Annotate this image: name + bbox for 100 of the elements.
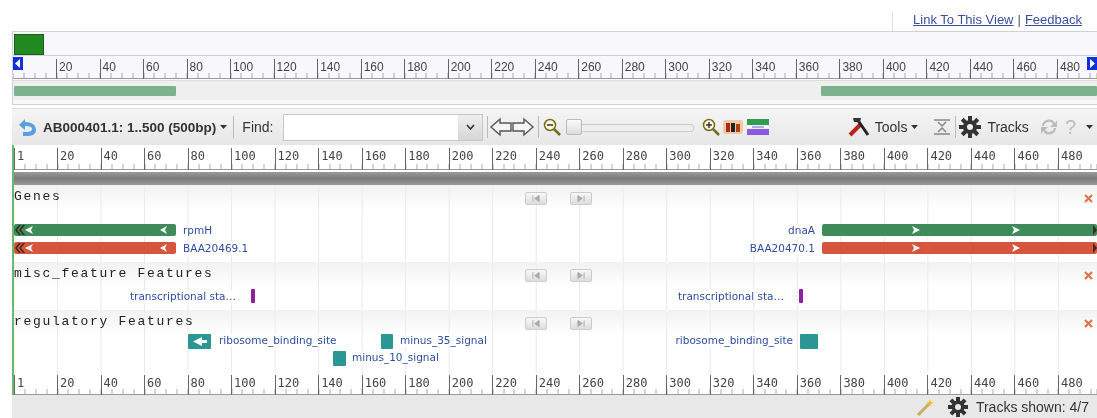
skip-left-icon bbox=[532, 195, 540, 202]
caret-icon bbox=[220, 125, 228, 129]
ruler-label: 120 bbox=[274, 148, 300, 170]
feature-label: ribosome_binding_site bbox=[219, 334, 337, 347]
zoom-slider[interactable] bbox=[566, 119, 695, 135]
skip-left-icon bbox=[532, 272, 540, 279]
settings-icon bbox=[959, 116, 982, 138]
feature-label: rpmH bbox=[183, 224, 213, 237]
scroll-right-button[interactable] bbox=[570, 192, 592, 205]
ruler-label: 240 bbox=[535, 148, 561, 170]
ruler-label: 200 bbox=[448, 148, 474, 170]
zoom-out-icon[interactable] bbox=[543, 118, 562, 136]
settings-icon[interactable] bbox=[947, 396, 968, 417]
tools-menu[interactable]: Tools bbox=[846, 116, 919, 138]
ruler-label: 440 bbox=[970, 148, 996, 170]
location-marker[interactable] bbox=[14, 34, 44, 55]
tracks-shown-status: Tracks shown: 4/7 bbox=[975, 398, 1089, 415]
ruler-label: 80 bbox=[186, 59, 203, 79]
track-title: misc_feature Features bbox=[14, 266, 214, 281]
link-separator: | bbox=[1017, 12, 1021, 27]
feature-mark[interactable] bbox=[799, 289, 803, 303]
ruler-label: 380 bbox=[839, 59, 863, 79]
ruler-label: 300 bbox=[665, 59, 689, 79]
ruler-label: 320 bbox=[709, 148, 735, 170]
ruler-label: 260 bbox=[578, 59, 602, 79]
feature-label: dnaA bbox=[788, 224, 815, 237]
ruler-label: 1 bbox=[14, 148, 25, 170]
back-arrow-icon[interactable] bbox=[490, 117, 513, 137]
collapse-icon[interactable] bbox=[932, 117, 953, 137]
ruler-label: 20 bbox=[56, 59, 73, 79]
ruler-label: 220 bbox=[491, 59, 515, 79]
feature-label: BAA20470.1 bbox=[749, 242, 815, 255]
scroll-left-button[interactable] bbox=[525, 269, 547, 282]
ruler-label: 100 bbox=[231, 148, 256, 170]
scroll-right-button[interactable] bbox=[570, 269, 592, 282]
skip-right-icon bbox=[577, 320, 585, 327]
ruler-label: 200 bbox=[447, 59, 471, 79]
ruler-label: 340 bbox=[752, 59, 776, 79]
slider-thumb[interactable] bbox=[566, 119, 583, 135]
ruler-label: 280 bbox=[622, 148, 648, 170]
gene-bar[interactable] bbox=[14, 224, 176, 236]
ruler-label: 380 bbox=[840, 148, 866, 170]
location-dropdown[interactable]: AB000401.1: 1..500 (500bp) bbox=[43, 119, 228, 135]
find-field[interactable] bbox=[283, 113, 484, 141]
close-icon[interactable] bbox=[1084, 319, 1093, 328]
tracks-button[interactable]: Tracks bbox=[959, 116, 1029, 138]
ruler-label: 60 bbox=[143, 59, 160, 79]
header-link[interactable]: Feedback bbox=[1024, 12, 1082, 27]
header-link[interactable]: Link To This View bbox=[913, 12, 1014, 27]
gene-bar[interactable] bbox=[14, 242, 176, 254]
feature-label: transcriptional sta… bbox=[678, 290, 784, 303]
ruler-label: 120 bbox=[273, 59, 297, 79]
ruler-label: 400 bbox=[882, 59, 906, 79]
skip-left-icon bbox=[532, 320, 540, 327]
scroll-right-icon[interactable] bbox=[1087, 57, 1097, 70]
ruler-label: 340 bbox=[753, 148, 778, 170]
scroll-left-button[interactable] bbox=[525, 317, 547, 330]
ruler-label: 480 bbox=[1056, 59, 1080, 79]
refresh-icon[interactable] bbox=[1038, 117, 1059, 137]
feature-label: minus_35_signal bbox=[400, 334, 487, 347]
feature-label: minus_10_signal bbox=[352, 351, 439, 364]
feature-mark[interactable] bbox=[251, 289, 255, 303]
ruler-label: 220 bbox=[492, 148, 517, 170]
scroll-left-button[interactable] bbox=[525, 192, 547, 205]
feature-label: BAA20469.1 bbox=[183, 242, 249, 255]
feature-label: ribosome_binding_site bbox=[675, 334, 793, 347]
ruler-label: 280 bbox=[621, 59, 645, 79]
ruler-label: 360 bbox=[795, 59, 819, 79]
ruler-label: 300 bbox=[666, 148, 691, 170]
feature-label: transcriptional sta… bbox=[130, 290, 236, 303]
ruler-label: 60 bbox=[144, 148, 162, 170]
close-icon[interactable] bbox=[1084, 194, 1093, 203]
scroll-right-button[interactable] bbox=[570, 317, 592, 330]
chevron-down-icon[interactable] bbox=[466, 124, 475, 130]
ruler-label: 460 bbox=[1013, 59, 1037, 79]
caret-icon[interactable] bbox=[1086, 125, 1093, 129]
find-label: Find: bbox=[242, 119, 274, 135]
ruler-label: 160 bbox=[361, 148, 387, 170]
feature-box[interactable] bbox=[188, 334, 211, 349]
ruler-label: 440 bbox=[969, 59, 993, 79]
ruler-label: 140 bbox=[317, 59, 341, 79]
close-icon[interactable] bbox=[1084, 271, 1093, 280]
track-title: regulatory Features bbox=[14, 314, 195, 329]
color-tracks-icon[interactable] bbox=[747, 118, 770, 136]
ruler-label: 40 bbox=[100, 148, 118, 170]
track-title: Genes bbox=[14, 189, 62, 204]
caret-icon bbox=[911, 125, 919, 129]
skip-right-icon bbox=[577, 272, 585, 279]
ruler-label: 180 bbox=[404, 59, 428, 79]
ruler-label: 80 bbox=[187, 148, 206, 170]
ruler-label: 400 bbox=[883, 148, 909, 170]
ruler-label: 180 bbox=[405, 148, 430, 170]
zoom-in-icon[interactable] bbox=[702, 118, 721, 136]
scroll-left-icon[interactable] bbox=[13, 57, 23, 70]
ruler-label: 480 bbox=[1057, 148, 1083, 170]
ruler-label: 240 bbox=[534, 59, 558, 79]
forward-arrow-icon[interactable] bbox=[512, 117, 535, 137]
ruler-label: 100 bbox=[230, 59, 254, 79]
sequence-icon[interactable] bbox=[723, 118, 744, 136]
ruler-label: 420 bbox=[926, 59, 950, 79]
